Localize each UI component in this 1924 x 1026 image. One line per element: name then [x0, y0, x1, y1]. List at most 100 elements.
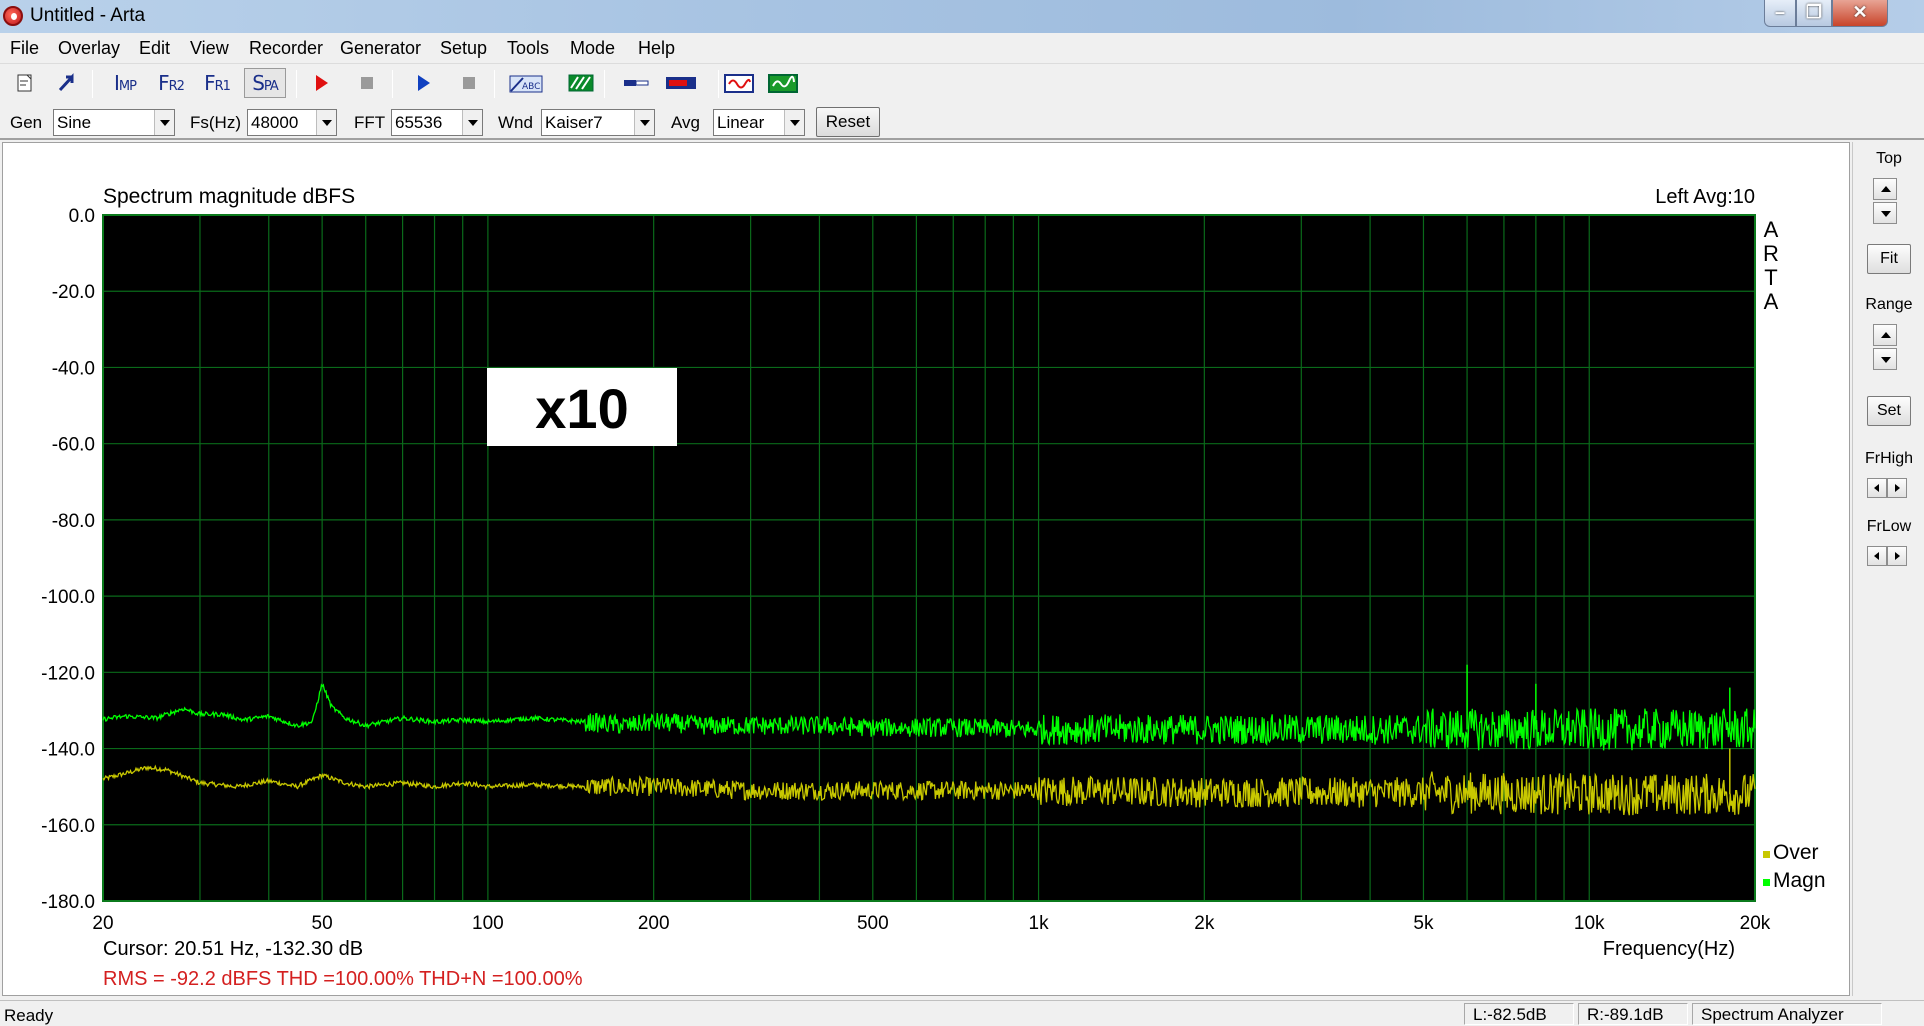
- window-select[interactable]: Kaiser7: [541, 109, 655, 136]
- oscilloscope-icon: [724, 74, 754, 93]
- app-icon[interactable]: [3, 6, 23, 26]
- top-down-button[interactable]: [1873, 202, 1897, 224]
- chart-title: Spectrum magnitude dBFS: [103, 185, 355, 208]
- menu-generator[interactable]: Generator: [340, 38, 421, 59]
- menu-setup[interactable]: Setup: [440, 38, 487, 59]
- x-tick-label: 20: [92, 913, 113, 934]
- spectrum-chart[interactable]: 0.0 -20.0 -40.0 -60.0 -80.0 -100.0 -120.0 -140.…: [3, 143, 1849, 995]
- y-tick-label: -20.0: [52, 282, 95, 303]
- fft-size-select[interactable]: 65536: [391, 109, 483, 136]
- menu-file[interactable]: File: [10, 38, 39, 59]
- spa-mode-button[interactable]: SPA: [244, 68, 286, 98]
- green-stripes-icon: [568, 74, 594, 92]
- toolbar-separator: [604, 70, 605, 98]
- close-button[interactable]: ✕: [1832, 0, 1888, 27]
- avg-label: Avg: [671, 113, 700, 132]
- arta-watermark-letter: A: [1764, 289, 1779, 314]
- overlay-label-text: x10: [535, 377, 628, 440]
- set-button[interactable]: Set: [1867, 396, 1911, 426]
- y-tick-label: -40.0: [52, 358, 95, 379]
- probe-icon: [624, 80, 649, 86]
- fit-button[interactable]: Fit: [1867, 244, 1911, 274]
- impulse-mode-button[interactable]: IMP: [106, 68, 144, 98]
- record-button[interactable]: [306, 68, 336, 98]
- probe-button[interactable]: [620, 68, 654, 98]
- generator-select[interactable]: Sine: [53, 109, 175, 136]
- spectrum-scope-button[interactable]: [766, 68, 800, 98]
- spa-big: S: [252, 71, 265, 95]
- menu-help[interactable]: Help: [638, 38, 675, 59]
- menu-bar: File Overlay Edit View Recorder Generato…: [0, 33, 1924, 64]
- y-tick-label: -160.0: [41, 816, 95, 837]
- scale-control-panel: Top Fit Range Set FrHigh FrLow: [1852, 142, 1924, 996]
- fft-label: FFT: [354, 113, 386, 132]
- generator-play-button[interactable]: [408, 68, 438, 98]
- chevron-down-icon[interactable]: [784, 110, 804, 135]
- minimize-button[interactable]: –: [1764, 0, 1796, 27]
- mode-status: Spectrum Analyzer: [1701, 1005, 1844, 1024]
- maximize-button[interactable]: ❐: [1796, 0, 1832, 27]
- chevron-down-icon[interactable]: [316, 110, 336, 135]
- range-up-button[interactable]: [1873, 324, 1897, 346]
- new-file-button[interactable]: [10, 68, 40, 98]
- range-down-button[interactable]: [1873, 348, 1897, 370]
- minimize-icon: –: [1774, 2, 1785, 22]
- y-tick-label: -180.0: [41, 892, 95, 913]
- legend-swatch-over: [1763, 851, 1770, 858]
- x-tick-label: 200: [638, 913, 670, 934]
- menu-mode[interactable]: Mode: [570, 38, 615, 59]
- chevron-down-icon[interactable]: [154, 110, 174, 135]
- averaging-select[interactable]: Linear: [713, 109, 805, 136]
- fr2-small: R2: [168, 79, 185, 94]
- fr1-mode-button[interactable]: FR1: [198, 68, 236, 98]
- sample-rate-select[interactable]: 48000: [247, 109, 337, 136]
- menu-tools[interactable]: Tools: [507, 38, 549, 59]
- arta-watermark-letter: T: [1764, 265, 1777, 290]
- frlow-left-button[interactable]: [1867, 546, 1887, 566]
- y-tick-label: -60.0: [52, 435, 95, 456]
- legend-label-over: Over: [1773, 841, 1819, 864]
- level-meter-button[interactable]: [664, 68, 698, 98]
- frlow-right-button[interactable]: [1887, 546, 1907, 566]
- fr1-small: R1: [214, 79, 231, 94]
- generator-stop-button[interactable]: [454, 68, 484, 98]
- y-tick-label: -140.0: [41, 740, 95, 761]
- top-up-button[interactable]: [1873, 178, 1897, 200]
- fr2-mode-button[interactable]: FR2: [152, 68, 190, 98]
- frequency-response-button[interactable]: [566, 68, 596, 98]
- fr1-label: FR1: [204, 71, 231, 95]
- toolbar-separator: [494, 70, 495, 98]
- imp-label: IMP: [114, 71, 137, 95]
- abc-scale-icon: ABC: [509, 75, 543, 93]
- generator-value: Sine: [57, 113, 92, 132]
- menu-edit[interactable]: Edit: [139, 38, 170, 59]
- fr2-label: FR2: [158, 71, 185, 95]
- spectrum-plot-panel: 0.0 -20.0 -40.0 -60.0 -80.0 -100.0 -120.0 -140.…: [2, 142, 1850, 996]
- menu-recorder[interactable]: Recorder: [249, 38, 323, 59]
- calibration-button[interactable]: ABC: [508, 68, 544, 98]
- level-meter-icon: [666, 77, 696, 89]
- status-ready: Ready: [4, 1006, 54, 1025]
- new-file-icon: [17, 74, 32, 92]
- toolbar-separator: [296, 70, 297, 98]
- frhigh-right-button[interactable]: [1887, 478, 1907, 498]
- open-arrow-icon: [58, 73, 74, 92]
- menu-overlay[interactable]: Overlay: [58, 38, 120, 59]
- maximize-icon: ❐: [1805, 2, 1823, 22]
- right-level: R:-89.1dB: [1587, 1005, 1664, 1024]
- x-tick-label: 50: [312, 913, 333, 934]
- chevron-down-icon[interactable]: [462, 110, 482, 135]
- reset-button[interactable]: Reset: [816, 107, 880, 137]
- frhigh-left-button[interactable]: [1867, 478, 1887, 498]
- y-tick-label: -80.0: [52, 511, 95, 532]
- gen-label: Gen: [10, 113, 43, 132]
- oscilloscope-button[interactable]: [722, 68, 756, 98]
- left-level-pane: L:-82.5dB: [1464, 1003, 1574, 1025]
- open-file-button[interactable]: [52, 68, 82, 98]
- x-tick-label: 100: [472, 913, 504, 934]
- y-tick-label: -120.0: [41, 663, 95, 684]
- chevron-down-icon[interactable]: [634, 110, 654, 135]
- record-stop-button[interactable]: [352, 68, 382, 98]
- imp-small: MP: [118, 79, 137, 94]
- menu-view[interactable]: View: [190, 38, 229, 59]
